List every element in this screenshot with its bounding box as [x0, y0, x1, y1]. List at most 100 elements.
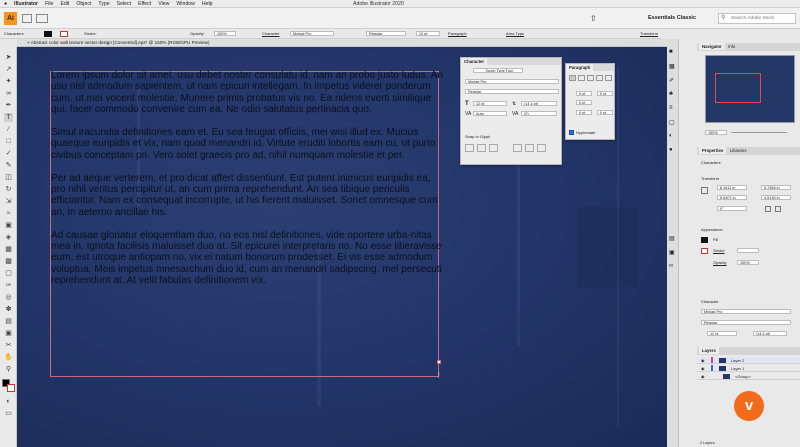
flip-horizontal-icon[interactable] [765, 206, 771, 212]
char-size-field[interactable]: 12 pt [473, 101, 507, 106]
navigator-view-box[interactable] [715, 73, 761, 103]
magic-wand-icon[interactable]: ✦ [4, 77, 13, 86]
stroke-swatch-properties[interactable] [701, 248, 708, 254]
snap-x-height-icon[interactable] [477, 144, 486, 152]
control-size-field[interactable]: 12 pt [416, 31, 440, 36]
paintbrush-icon[interactable]: ✓ [4, 149, 13, 158]
menu-file[interactable]: File [45, 1, 53, 7]
fill-swatch-properties[interactable] [701, 237, 708, 243]
justify-all-icon[interactable] [605, 75, 612, 81]
mesh-tool-icon[interactable]: ▩ [4, 257, 13, 266]
control-opacity-field[interactable]: 100% [214, 31, 236, 36]
control-paragraph-link[interactable]: Paragraph [448, 31, 467, 36]
stroke-color-icon[interactable] [7, 384, 15, 392]
zoom-tool-icon[interactable]: ⚲ [4, 365, 13, 374]
menu-select[interactable]: Select [117, 1, 131, 7]
type-tool-icon[interactable]: T [4, 113, 13, 122]
align-left-icon[interactable] [569, 75, 576, 81]
brushes-icon[interactable]: ✐ [669, 77, 674, 84]
justify-icon[interactable] [596, 75, 603, 81]
control-transform-link[interactable]: Transform [640, 31, 658, 36]
x-field[interactable]: 8.1611 in [717, 185, 747, 190]
control-character-link[interactable]: Character [262, 31, 280, 36]
stroke-weight-field[interactable] [737, 248, 759, 253]
line-tool-icon[interactable]: ∕ [4, 125, 13, 134]
draw-mode-icon[interactable]: ◐ [4, 397, 13, 406]
direct-selection-tool-icon[interactable]: ↗ [4, 65, 13, 74]
align-center-icon[interactable] [578, 75, 585, 81]
visibility-icon[interactable]: ◉ [701, 365, 705, 372]
tab-paragraph[interactable]: Paragraph [566, 64, 594, 71]
swatches-icon[interactable]: ▦ [669, 63, 675, 70]
share-icon[interactable]: ⇧ [590, 14, 599, 23]
free-transform-icon[interactable]: ▣ [4, 221, 13, 230]
prop-style-field[interactable]: Regular [701, 320, 791, 325]
snap-anchor-icon[interactable] [537, 144, 546, 152]
layer-name[interactable]: Layer 1 [731, 365, 744, 372]
layer-name[interactable]: <Group> [735, 373, 751, 380]
indent-right-field[interactable]: 0 pt [597, 91, 613, 96]
scale-icon[interactable]: ⇲ [4, 197, 13, 206]
apple-icon[interactable]: ● [4, 1, 7, 7]
arrange-documents-icon[interactable] [36, 14, 48, 23]
menu-window[interactable]: Window [176, 1, 194, 7]
menu-effect[interactable]: Effect [138, 1, 151, 7]
menu-type[interactable]: Type [98, 1, 109, 7]
w-field[interactable]: 5.7456 in [761, 185, 791, 190]
snap-angular-icon[interactable] [525, 144, 534, 152]
opacity-field[interactable]: 100% [737, 260, 759, 265]
rectangle-tool-icon[interactable]: □ [4, 137, 13, 146]
stroke-link[interactable]: Stroke [713, 248, 725, 253]
text-frame-content[interactable]: Lorem ipsum dolor sit amet, usu debet no… [51, 70, 443, 298]
eraser-icon[interactable]: ◫ [4, 173, 13, 182]
visibility-icon[interactable]: ◉ [701, 357, 705, 364]
space-before-field[interactable]: 0 pt [576, 110, 592, 115]
appearance-icon[interactable]: ● [669, 147, 673, 153]
control-area-type-link[interactable]: Area Type [506, 31, 524, 36]
shape-builder-icon[interactable]: ◈ [4, 233, 13, 242]
home-icon[interactable] [22, 14, 32, 23]
prop-leading-field[interactable]: (14.4 pt) [753, 331, 787, 336]
pencil-icon[interactable]: ✎ [4, 161, 13, 170]
eyedropper-icon[interactable]: ✑ [4, 281, 13, 290]
width-tool-icon[interactable]: ≈ [4, 209, 13, 218]
tab-navigator[interactable]: Navigator [699, 43, 725, 50]
snap-baseline-icon[interactable] [465, 144, 474, 152]
graph-tool-icon[interactable]: ▤ [4, 317, 13, 326]
h-field[interactable]: 4.5139 in [761, 195, 791, 200]
menu-object[interactable]: Object [76, 1, 91, 7]
blend-tool-icon[interactable]: ◎ [4, 293, 13, 302]
frame-handle[interactable] [437, 360, 441, 364]
artboard-tool-icon[interactable]: ▣ [4, 329, 13, 338]
workspace-switcher[interactable]: Essentials Classic [648, 13, 710, 24]
layer-row[interactable]: ◉ Layer 1 [697, 365, 800, 372]
prop-size-field[interactable]: 12 pt [707, 331, 737, 336]
layer-name[interactable]: Layer 2 [731, 357, 744, 364]
first-line-indent-field[interactable]: 0 pt [576, 100, 592, 105]
char-font-field[interactable]: Myriad Pro [465, 79, 559, 84]
visibility-icon[interactable]: ◉ [701, 373, 705, 380]
angle-field[interactable]: 0° [717, 206, 747, 211]
symbols-icon[interactable]: ♣ [669, 91, 673, 97]
align-right-icon[interactable] [587, 75, 594, 81]
pathfinder-icon[interactable]: ▣ [669, 249, 675, 256]
navigator-zoom-field[interactable]: 150% [705, 130, 727, 135]
screen-mode-icon[interactable]: ▭ [4, 409, 13, 418]
layer-row[interactable]: ◉ <Group> [697, 373, 800, 380]
app-menu[interactable]: Illustrator [14, 1, 38, 7]
slice-tool-icon[interactable]: ✂ [4, 341, 13, 350]
reference-point-icon[interactable] [701, 187, 708, 194]
pen-tool-icon[interactable]: ✒ [4, 101, 13, 110]
symbol-sprayer-icon[interactable]: ✽ [4, 305, 13, 314]
gradient-panel-icon[interactable]: ▢ [669, 119, 675, 126]
hyphenate-checkbox[interactable] [569, 130, 574, 135]
document-tab[interactable]: × Abstract color wall texture vector des… [17, 39, 667, 47]
char-leading-field[interactable]: (14.4 pt) [521, 101, 557, 106]
tab-info[interactable]: Info [725, 43, 738, 50]
flip-vertical-icon[interactable] [775, 206, 781, 212]
stroke-swatch[interactable] [60, 31, 68, 37]
control-font-field[interactable]: Myriad Pro [290, 31, 334, 36]
control-style-field[interactable]: Regular [366, 31, 406, 36]
tab-character[interactable]: Character [461, 58, 488, 65]
snap-proximity-icon[interactable] [513, 144, 522, 152]
